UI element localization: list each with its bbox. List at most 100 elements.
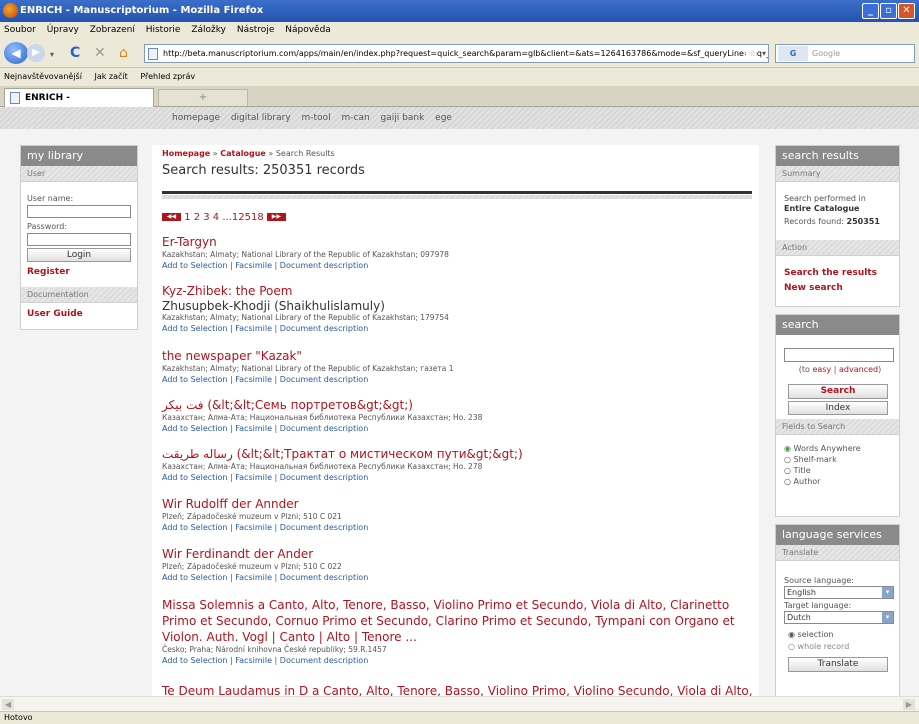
document-description-link[interactable]: Document description xyxy=(280,656,368,665)
radio-icon[interactable]: ○ xyxy=(784,477,791,486)
radio-selected-icon[interactable]: ◉ xyxy=(788,630,795,639)
record-title[interactable]: Wir Ferdinandt der Ander xyxy=(162,547,752,562)
new-search-link[interactable]: New search xyxy=(784,283,843,293)
record-title[interactable]: رساله طریقت (&lt;&lt;Трактат о мистическ… xyxy=(162,447,752,462)
login-button[interactable]: Login xyxy=(27,248,131,262)
advanced-search-link[interactable]: advanced xyxy=(839,365,878,374)
home-icon[interactable]: ⌂ xyxy=(119,45,128,61)
breadcrumb-homepage[interactable]: Homepage xyxy=(162,149,210,158)
nav-m-can[interactable]: m-can xyxy=(341,113,369,123)
search-the-results-link[interactable]: Search the results xyxy=(784,268,877,278)
bookmark-most-visited[interactable]: Nejnavštěvovanější xyxy=(4,72,82,81)
field-option-author[interactable]: ○ Author xyxy=(784,476,861,487)
facsimile-link[interactable]: Facsimile xyxy=(235,324,272,333)
username-field[interactable] xyxy=(27,205,131,218)
reload-icon[interactable]: C xyxy=(70,45,80,61)
history-dropdown-icon[interactable]: ▾ xyxy=(50,47,54,63)
record-title[interactable]: Wir Rudolff der Annder xyxy=(162,497,752,512)
radio-icon[interactable]: ○ xyxy=(784,466,791,475)
facsimile-link[interactable]: Facsimile xyxy=(235,375,272,384)
facsimile-link[interactable]: Facsimile xyxy=(235,261,272,270)
page-numbers[interactable]: 1 2 3 4 ...12518 xyxy=(184,212,264,223)
breadcrumb-catalogue[interactable]: Catalogue xyxy=(220,149,266,158)
scroll-right-icon[interactable]: ▶ xyxy=(903,699,915,710)
document-description-link[interactable]: Document description xyxy=(280,523,368,532)
document-description-link[interactable]: Document description xyxy=(280,261,368,270)
facsimile-link[interactable]: Facsimile xyxy=(235,656,272,665)
add-to-selection-link[interactable]: Add to Selection xyxy=(162,656,227,665)
document-description-link[interactable]: Document description xyxy=(280,375,368,384)
target-language-select[interactable]: Dutch ▾ xyxy=(784,611,894,624)
chevron-down-icon[interactable]: ▾ xyxy=(882,612,893,623)
menu-item-zobrazeni[interactable]: Zobrazení xyxy=(90,25,135,35)
radio-icon[interactable]: ○ xyxy=(784,455,791,464)
add-to-selection-link[interactable]: Add to Selection xyxy=(162,523,227,532)
add-to-selection-link[interactable]: Add to Selection xyxy=(162,424,227,433)
facsimile-link[interactable]: Facsimile xyxy=(235,573,272,582)
record-title[interactable]: Te Deum Laudamus in D a Canto, Alto, Ten… xyxy=(162,683,754,696)
facsimile-link[interactable]: Facsimile xyxy=(235,424,272,433)
index-button[interactable]: Index xyxy=(788,401,888,415)
nav-gaiji-bank[interactable]: gaiji bank xyxy=(381,113,425,123)
menu-item-historie[interactable]: Historie xyxy=(146,25,181,35)
translate-button[interactable]: Translate xyxy=(788,657,888,672)
maximize-button[interactable]: ▫ xyxy=(880,3,897,19)
url-dropdown-icon[interactable]: ▾ xyxy=(761,45,766,62)
facsimile-link[interactable]: Facsimile xyxy=(235,473,272,482)
bookmark-getting-started[interactable]: Jak začít xyxy=(94,72,127,81)
document-description-link[interactable]: Document description xyxy=(280,473,368,482)
document-description-link[interactable]: Document description xyxy=(280,424,368,433)
add-to-selection-link[interactable]: Add to Selection xyxy=(162,324,227,333)
add-to-selection-link[interactable]: Add to Selection xyxy=(162,573,227,582)
stop-icon[interactable]: ✕ xyxy=(94,45,106,61)
new-tab-button[interactable]: + xyxy=(158,89,248,106)
record-title[interactable]: Er-Targyn xyxy=(162,235,752,250)
add-to-selection-link[interactable]: Add to Selection xyxy=(162,473,227,482)
close-button[interactable]: ✕ xyxy=(898,3,915,19)
record-title[interactable]: the newspaper "Kazak" xyxy=(162,349,752,364)
radio-icon[interactable]: ○ xyxy=(788,642,795,651)
document-description-link[interactable]: Document description xyxy=(280,573,368,582)
prev-page-button[interactable]: ◀◀ xyxy=(162,213,181,221)
back-arrow-icon[interactable]: ◀ xyxy=(4,42,28,64)
menu-item-zalozky[interactable]: Záložky xyxy=(191,25,226,35)
add-to-selection-link[interactable]: Add to Selection xyxy=(162,375,227,384)
translate-option-whole[interactable]: ○ whole record xyxy=(788,641,849,653)
radio-selected-icon[interactable]: ◉ xyxy=(784,444,791,453)
register-link[interactable]: Register xyxy=(27,267,70,277)
search-button[interactable]: Search xyxy=(788,384,888,399)
menu-item-soubor[interactable]: Soubor xyxy=(4,25,36,35)
address-bar[interactable]: http://beta.manuscriptorium.com/apps/mai… xyxy=(144,44,769,63)
nav-ege[interactable]: ege xyxy=(435,113,452,123)
source-language-select[interactable]: English ▾ xyxy=(784,586,894,599)
menu-item-upravy[interactable]: Úpravy xyxy=(47,25,79,35)
add-to-selection-link[interactable]: Add to Selection xyxy=(162,261,227,270)
field-option-title[interactable]: ○ Title xyxy=(784,465,861,476)
minimize-button[interactable]: _ xyxy=(862,3,879,19)
scroll-left-icon[interactable]: ◀ xyxy=(2,699,14,710)
record-title[interactable]: فت بیکر (&lt;&lt;Семь портретов&gt;&gt;) xyxy=(162,398,752,413)
facsimile-link[interactable]: Facsimile xyxy=(235,523,272,532)
next-page-button[interactable]: ▶▶ xyxy=(266,213,286,221)
forward-arrow-icon[interactable]: ▶ xyxy=(27,44,45,62)
google-icon[interactable]: G xyxy=(778,46,808,61)
record-title[interactable]: Kyz-Zhibek: the Poem xyxy=(162,284,752,299)
search-input[interactable] xyxy=(784,348,894,362)
horizontal-scrollbar[interactable]: ◀ ▶ xyxy=(0,696,919,711)
record-title[interactable]: Missa Solemnis a Canto, Alto, Tenore, Ba… xyxy=(162,597,754,645)
nav-digital-library[interactable]: digital library xyxy=(231,113,291,123)
nav-homepage[interactable]: homepage xyxy=(172,113,220,123)
search-engine-box[interactable]: G Google ⚲ xyxy=(775,44,919,63)
menu-item-napoveda[interactable]: Nápověda xyxy=(285,25,331,35)
password-field[interactable] xyxy=(27,233,131,246)
user-guide-link[interactable]: User Guide xyxy=(27,309,83,319)
translate-option-selection[interactable]: ◉ selection xyxy=(788,629,849,641)
bookmark-star-icon[interactable]: ☆ xyxy=(745,45,756,62)
tab-enrich[interactable]: ENRICH - Manuscriptorium xyxy=(4,88,154,121)
chevron-down-icon[interactable]: ▾ xyxy=(882,587,893,598)
bookmark-news[interactable]: Přehled zpráv xyxy=(140,72,195,81)
document-description-link[interactable]: Document description xyxy=(280,324,368,333)
field-option-shelfmark[interactable]: ○ Shelf-mark xyxy=(784,454,861,465)
nav-m-tool[interactable]: m-tool xyxy=(302,113,331,123)
field-option-words[interactable]: ◉ Words Anywhere xyxy=(784,443,861,454)
